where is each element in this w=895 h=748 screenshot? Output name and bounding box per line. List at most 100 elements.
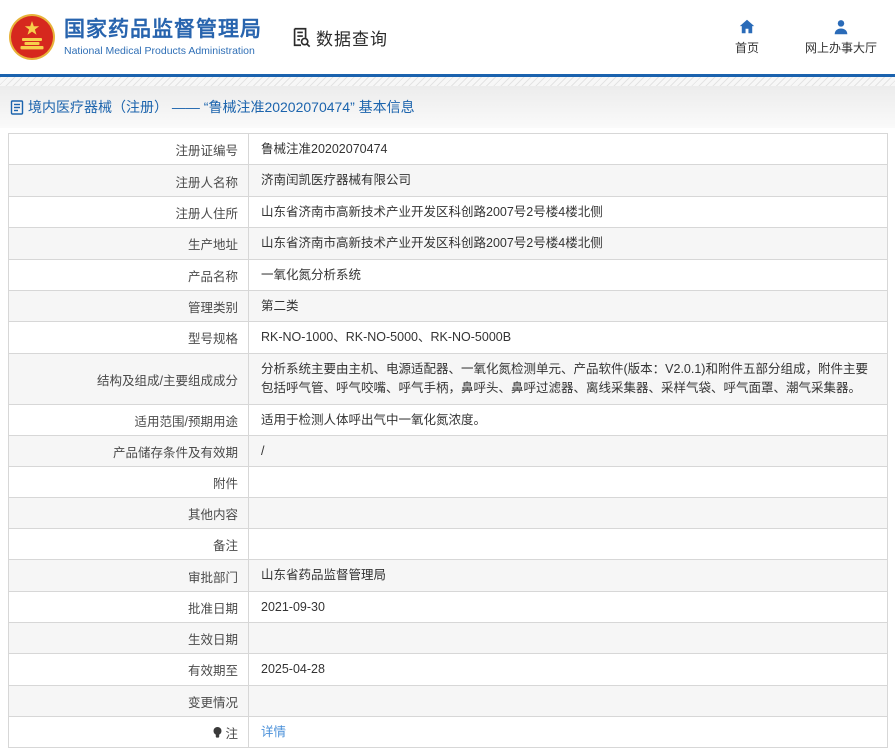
table-row: 产品储存条件及有效期 / <box>9 436 887 468</box>
row-value-text: RK-NO-1000、RK-NO-5000、RK-NO-5000B <box>261 330 512 345</box>
table-row: 有效期至 2025-04-28 <box>9 654 887 686</box>
row-label: 生效日期 <box>9 623 249 654</box>
row-value <box>249 498 887 528</box>
table-row: 结构及组成/主要组成成分 分析系统主要由主机、电源适配器、一氧化氮检测单元、产品… <box>9 353 887 405</box>
row-label: 批准日期 <box>9 591 249 623</box>
row-label-text: 注册人住所 <box>175 206 238 221</box>
document-search-icon <box>293 27 311 48</box>
row-value <box>249 623 887 653</box>
page-header: 国家药品监督管理局 National Medical Products Admi… <box>0 0 895 77</box>
row-value: 适用于检测人体呼出气中一氧化氮浓度。 <box>249 405 887 435</box>
table-row: 备注 <box>9 529 887 561</box>
breadcrumb-band: 境内医疗器械（注册） —— “鲁械注准20202070474” 基本信息 <box>0 86 895 128</box>
row-label-text: 产品储存条件及有效期 <box>112 446 238 461</box>
row-value-text: 2021-09-30 <box>261 599 325 614</box>
row-label: 适用范围/预期用途 <box>9 404 249 435</box>
table-row: 注册人住所 山东省济南市高新技术产业开发区科创路2007号2号楼4楼北侧 <box>9 196 887 229</box>
row-value-text: 山东省济南市高新技术产业开发区科创路2007号2号楼4楼北侧 <box>261 236 603 251</box>
national-emblem-icon <box>9 14 55 60</box>
nav-item-home[interactable]: 首页 <box>723 18 771 56</box>
table-row: 管理类别 第二类 <box>9 290 887 323</box>
row-label-text: 审批部门 <box>187 570 238 585</box>
site-logo[interactable]: 国家药品监督管理局 National Medical Products Admi… <box>8 12 262 62</box>
row-label-text: 产品名称 <box>187 269 238 284</box>
table-row: 审批部门 山东省药品监督管理局 <box>9 560 887 592</box>
home-icon <box>739 19 755 34</box>
row-label-text: 适用范围/预期用途 <box>134 414 238 429</box>
details-link[interactable]: 详情 <box>261 723 286 742</box>
table-row: 适用范围/预期用途 适用于检测人体呼出气中一氧化氮浓度。 <box>9 404 887 436</box>
row-value: RK-NO-1000、RK-NO-5000、RK-NO-5000B <box>249 322 887 352</box>
row-value: 详情 <box>249 717 887 747</box>
row-value-text: 一氧化氮分析系统 <box>261 267 362 282</box>
nav-item-label: 首页 <box>734 41 759 55</box>
document-icon <box>10 99 24 115</box>
row-label: 注册人名称 <box>9 165 249 196</box>
table-row: 型号规格 RK-NO-1000、RK-NO-5000、RK-NO-5000B <box>9 322 887 354</box>
row-label-text: 管理类别 <box>187 301 238 316</box>
row-value: / <box>249 436 887 466</box>
row-label-text: 有效期至 <box>187 664 238 679</box>
row-label: 附件 <box>9 467 249 498</box>
row-value: 第二类 <box>249 291 887 321</box>
bulb-icon <box>213 726 222 738</box>
row-value: 济南闰凯医疗器械有限公司 <box>249 165 887 195</box>
row-label-text: 变更情况 <box>187 695 238 710</box>
row-value: 分析系统主要由主机、电源适配器、一氧化氮检测单元、产品软件(版本：V2.0.1)… <box>249 354 887 404</box>
row-label-text: 注册人名称 <box>175 175 238 190</box>
row-value: 山东省济南市高新技术产业开发区科创路2007号2号楼4楼北侧 <box>249 228 887 258</box>
row-label-text: 备注 <box>212 539 238 554</box>
row-label-text: 生效日期 <box>187 633 238 648</box>
row-label: 生产地址 <box>9 228 249 259</box>
header-nav: 首页 网上办事大厅 <box>723 18 877 56</box>
row-label: 审批部门 <box>9 560 249 591</box>
row-label: 其他内容 <box>9 498 249 529</box>
data-query-label: 数据查询 <box>316 29 388 49</box>
row-label: 管理类别 <box>9 290 249 322</box>
row-value-text: 第二类 <box>261 298 299 313</box>
row-label: 注 <box>9 716 249 747</box>
table-row: 其他内容 <box>9 498 887 530</box>
row-value <box>249 467 887 497</box>
row-label-text: 注 <box>225 726 238 741</box>
user-icon <box>834 20 848 35</box>
table-row: 产品名称 一氧化氮分析系统 <box>9 259 887 291</box>
table-row: 注 详情 <box>9 716 887 748</box>
row-label-text: 注册证编号 <box>175 144 238 159</box>
table-row: 生效日期 <box>9 623 887 655</box>
row-label: 产品名称 <box>9 259 249 290</box>
row-label-text: 结构及组成/主要组成成分 <box>97 373 238 388</box>
row-label-text: 附件 <box>212 477 238 492</box>
row-value-text: 鲁械注准20202070474 <box>261 142 388 156</box>
row-value: 山东省济南市高新技术产业开发区科创路2007号2号楼4楼北侧 <box>249 197 887 227</box>
row-value: 2025-04-28 <box>249 654 887 684</box>
org-name-en: National Medical Products Administration <box>64 44 255 57</box>
nav-item-service-hall[interactable]: 网上办事大厅 <box>805 18 877 56</box>
row-label: 型号规格 <box>9 322 249 353</box>
row-value <box>249 686 887 716</box>
breadcrumb-text: 境内医疗器械（注册） —— “鲁械注准20202070474” 基本信息 <box>28 99 415 115</box>
row-label: 有效期至 <box>9 654 249 685</box>
brand-text: 国家药品监督管理局 National Medical Products Admi… <box>64 17 262 56</box>
row-value-text: 适用于检测人体呼出气中一氧化氮浓度。 <box>261 412 487 427</box>
row-value: 一氧化氮分析系统 <box>249 260 887 290</box>
row-value <box>249 529 887 559</box>
org-name-zh: 国家药品监督管理局 <box>64 18 262 42</box>
row-label-text: 其他内容 <box>187 508 238 523</box>
row-value: 2021-09-30 <box>249 592 887 622</box>
table-row: 附件 <box>9 467 887 499</box>
row-value: 鲁械注准20202070474 <box>249 134 887 164</box>
hatch-divider <box>0 77 895 86</box>
row-value-text: 济南闰凯医疗器械有限公司 <box>261 173 412 188</box>
row-label-text: 批准日期 <box>187 601 238 616</box>
row-label: 产品储存条件及有效期 <box>9 436 249 467</box>
row-label: 注册人住所 <box>9 196 249 228</box>
data-query-tab[interactable]: 数据查询 <box>290 25 388 50</box>
breadcrumb[interactable]: 境内医疗器械（注册） —— “鲁械注准20202070474” 基本信息 <box>10 97 415 117</box>
table-row: 注册证编号 鲁械注准20202070474 <box>9 134 887 166</box>
row-value-text: 分析系统主要由主机、电源适配器、一氧化氮检测单元、产品软件(版本：V2.0.1)… <box>261 361 868 396</box>
table-row: 注册人名称 济南闰凯医疗器械有限公司 <box>9 165 887 197</box>
table-row: 变更情况 <box>9 685 887 717</box>
row-label: 注册证编号 <box>9 134 249 165</box>
table-row: 批准日期 2021-09-30 <box>9 591 887 624</box>
